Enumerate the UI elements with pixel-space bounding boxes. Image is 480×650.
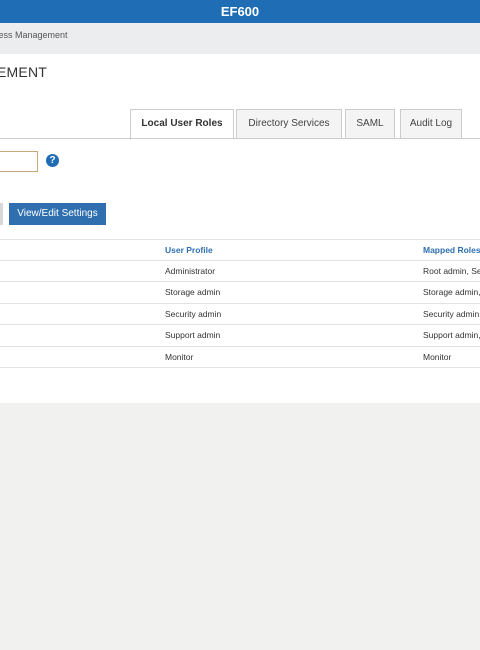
view-edit-settings-button[interactable]: View/Edit Settings: [9, 203, 106, 225]
app-title-bar: EF600: [0, 0, 480, 23]
mapped-roles-cell: Security admin: [423, 308, 480, 319]
empty-background-area: [0, 403, 480, 650]
user-profile-cell: Support admin: [165, 330, 221, 340]
table-row[interactable]: Support admin Support admin,: [0, 325, 480, 347]
user-profile-cell: Monitor: [165, 351, 194, 362]
tab-divider: [0, 138, 480, 139]
breadcrumb: cess Management: [0, 23, 480, 54]
tab-directory-services[interactable]: Directory Services: [236, 109, 342, 139]
help-icon[interactable]: ?: [46, 154, 59, 167]
mapped-roles-cell: Support admin,: [423, 330, 480, 340]
app-title: EF600: [220, 4, 260, 19]
roles-table: User Profile Mapped Roles Administrator …: [0, 239, 480, 368]
table-row[interactable]: Storage admin Storage admin,: [0, 282, 480, 304]
page-title: EMENT: [0, 64, 47, 80]
mapped-roles-cell: Storage admin,: [423, 287, 480, 297]
filter-input[interactable]: [0, 151, 38, 172]
breadcrumb-text[interactable]: cess Management: [0, 23, 68, 47]
user-profile-cell: Security admin: [165, 308, 222, 319]
mapped-roles-cell: Root admin, Se: [423, 265, 480, 276]
mapped-roles-cell: Monitor: [423, 351, 452, 362]
column-header-mapped-roles[interactable]: Mapped Roles: [423, 240, 480, 261]
table-header-row: User Profile Mapped Roles: [0, 239, 480, 261]
table-row[interactable]: Administrator Root admin, Se: [0, 261, 480, 282]
column-header-user-profile[interactable]: User Profile: [165, 240, 213, 261]
tab-saml[interactable]: SAML: [345, 109, 395, 139]
partial-button[interactable]: [0, 203, 3, 225]
table-row[interactable]: Security admin Security admin: [0, 304, 480, 325]
tab-local-user-roles[interactable]: Local User Roles: [130, 109, 234, 140]
table-row[interactable]: Monitor Monitor: [0, 347, 480, 368]
main-content: EMENT Local User Roles Directory Service…: [0, 54, 480, 403]
user-profile-cell: Administrator: [165, 265, 216, 276]
user-profile-cell: Storage admin: [165, 287, 221, 297]
tab-audit-log[interactable]: Audit Log: [400, 109, 462, 139]
